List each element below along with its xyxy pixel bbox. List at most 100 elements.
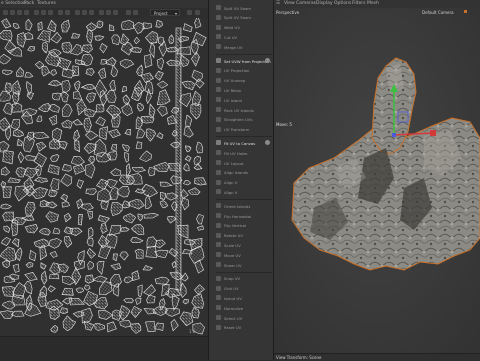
uv-island[interactable] [39,244,48,261]
uv-island[interactable] [63,212,72,223]
tool-item[interactable]: Fill UV Holes [216,149,272,157]
uv-island[interactable] [148,103,156,119]
uv-island[interactable] [159,200,169,209]
uv-island[interactable] [181,80,196,91]
uv-island[interactable] [88,156,96,163]
uv-island[interactable] [131,166,147,173]
uv-island[interactable] [11,294,26,306]
uv-island[interactable] [111,34,121,46]
uv-island[interactable] [98,67,107,79]
uv-island[interactable] [26,91,35,101]
uv-island[interactable] [70,155,85,166]
uv-island[interactable] [126,172,143,185]
uv-island[interactable] [159,181,173,187]
uv-island[interactable] [12,22,20,29]
uv-island[interactable] [180,282,187,299]
toolbar-channels-icon[interactable] [133,10,138,15]
uv-island[interactable] [98,281,113,296]
uv-island[interactable] [154,70,164,81]
uv-island[interactable] [48,189,58,197]
uv-island[interactable] [194,177,207,186]
uv-island[interactable] [61,79,71,94]
uv-island[interactable] [72,118,84,126]
uv-island[interactable] [130,306,143,318]
uv-island[interactable] [37,21,43,31]
uv-island[interactable] [0,246,17,262]
uv-island[interactable] [73,80,81,91]
uv-island[interactable] [57,141,68,150]
uv-island[interactable] [27,46,36,52]
uv-island[interactable] [48,238,63,249]
uv-island[interactable] [110,202,123,216]
uv-island[interactable] [143,284,156,296]
tool-item[interactable]: Set UVW from Projection [216,57,272,65]
uv-island[interactable] [167,215,176,224]
uv-island[interactable] [184,155,192,162]
uv-island[interactable] [84,108,97,118]
uv-island[interactable] [50,325,59,333]
toolbar-edge-icon[interactable] [41,10,46,15]
uv-island[interactable] [185,145,192,153]
uv-island[interactable] [24,201,36,216]
uv-island[interactable] [61,19,70,33]
uv-island[interactable] [60,193,69,202]
uv-island[interactable] [29,249,37,262]
uv-island[interactable] [16,138,23,147]
uv-island[interactable] [15,247,23,262]
uv-island[interactable] [12,129,25,138]
uv-island[interactable] [136,64,144,77]
tool-item[interactable]: UV Relax [216,86,272,94]
uv-island[interactable] [187,187,201,195]
uv-island[interactable] [77,213,83,226]
uv-island[interactable] [99,42,108,54]
uv-island[interactable] [85,92,97,103]
uv-island[interactable] [85,188,97,195]
uv-island[interactable] [135,297,142,306]
uv-island[interactable] [74,140,81,153]
uv-island[interactable] [121,102,133,116]
uv-island[interactable] [123,276,134,284]
uv-island[interactable] [81,53,94,67]
tool-item[interactable]: Grid UV [216,285,272,293]
uv-island[interactable] [60,91,69,103]
uv-island[interactable] [168,34,174,44]
uv-island[interactable] [154,239,166,249]
uv-island[interactable] [146,236,157,249]
uv-island[interactable] [75,287,85,294]
uv-island[interactable] [137,284,143,298]
toolbar-vertex-icon[interactable] [34,10,39,15]
uv-island[interactable] [40,270,48,285]
uv-island[interactable] [24,32,34,41]
uv-island[interactable] [195,141,204,154]
uv-island[interactable] [133,36,140,45]
toolbar-snap-icon[interactable] [82,10,87,15]
uv-island[interactable] [69,298,85,306]
uv-island[interactable] [137,213,144,222]
uv-island[interactable] [123,151,130,163]
uv-island[interactable] [41,66,51,77]
uv-island[interactable] [100,89,107,107]
uv-island[interactable] [104,178,118,189]
viewport-menu-cameras[interactable]: Cameras [296,1,316,6]
uv-island[interactable] [48,274,60,280]
tool-item[interactable]: UV Island [216,96,272,104]
uv-island[interactable] [11,238,20,248]
uv-island[interactable] [119,319,132,328]
tool-item[interactable]: Normalize [216,304,272,312]
uv-island[interactable] [121,86,128,93]
uv-island[interactable] [61,201,71,208]
uv-island[interactable] [183,126,194,138]
uv-island[interactable] [11,102,23,113]
uv-island[interactable] [170,319,179,332]
tool-item[interactable]: Shear UV [216,261,272,269]
uv-island[interactable] [11,219,19,237]
viewport-menu-options[interactable]: Options [334,1,351,6]
uv-island[interactable] [183,163,190,172]
uv-island[interactable] [25,18,33,31]
uv-island[interactable] [47,285,56,293]
uv-island[interactable] [17,151,25,164]
uv-island[interactable] [140,72,154,83]
uv-island[interactable] [110,144,118,151]
uv-island[interactable] [96,187,112,203]
uv-island[interactable] [143,212,160,219]
